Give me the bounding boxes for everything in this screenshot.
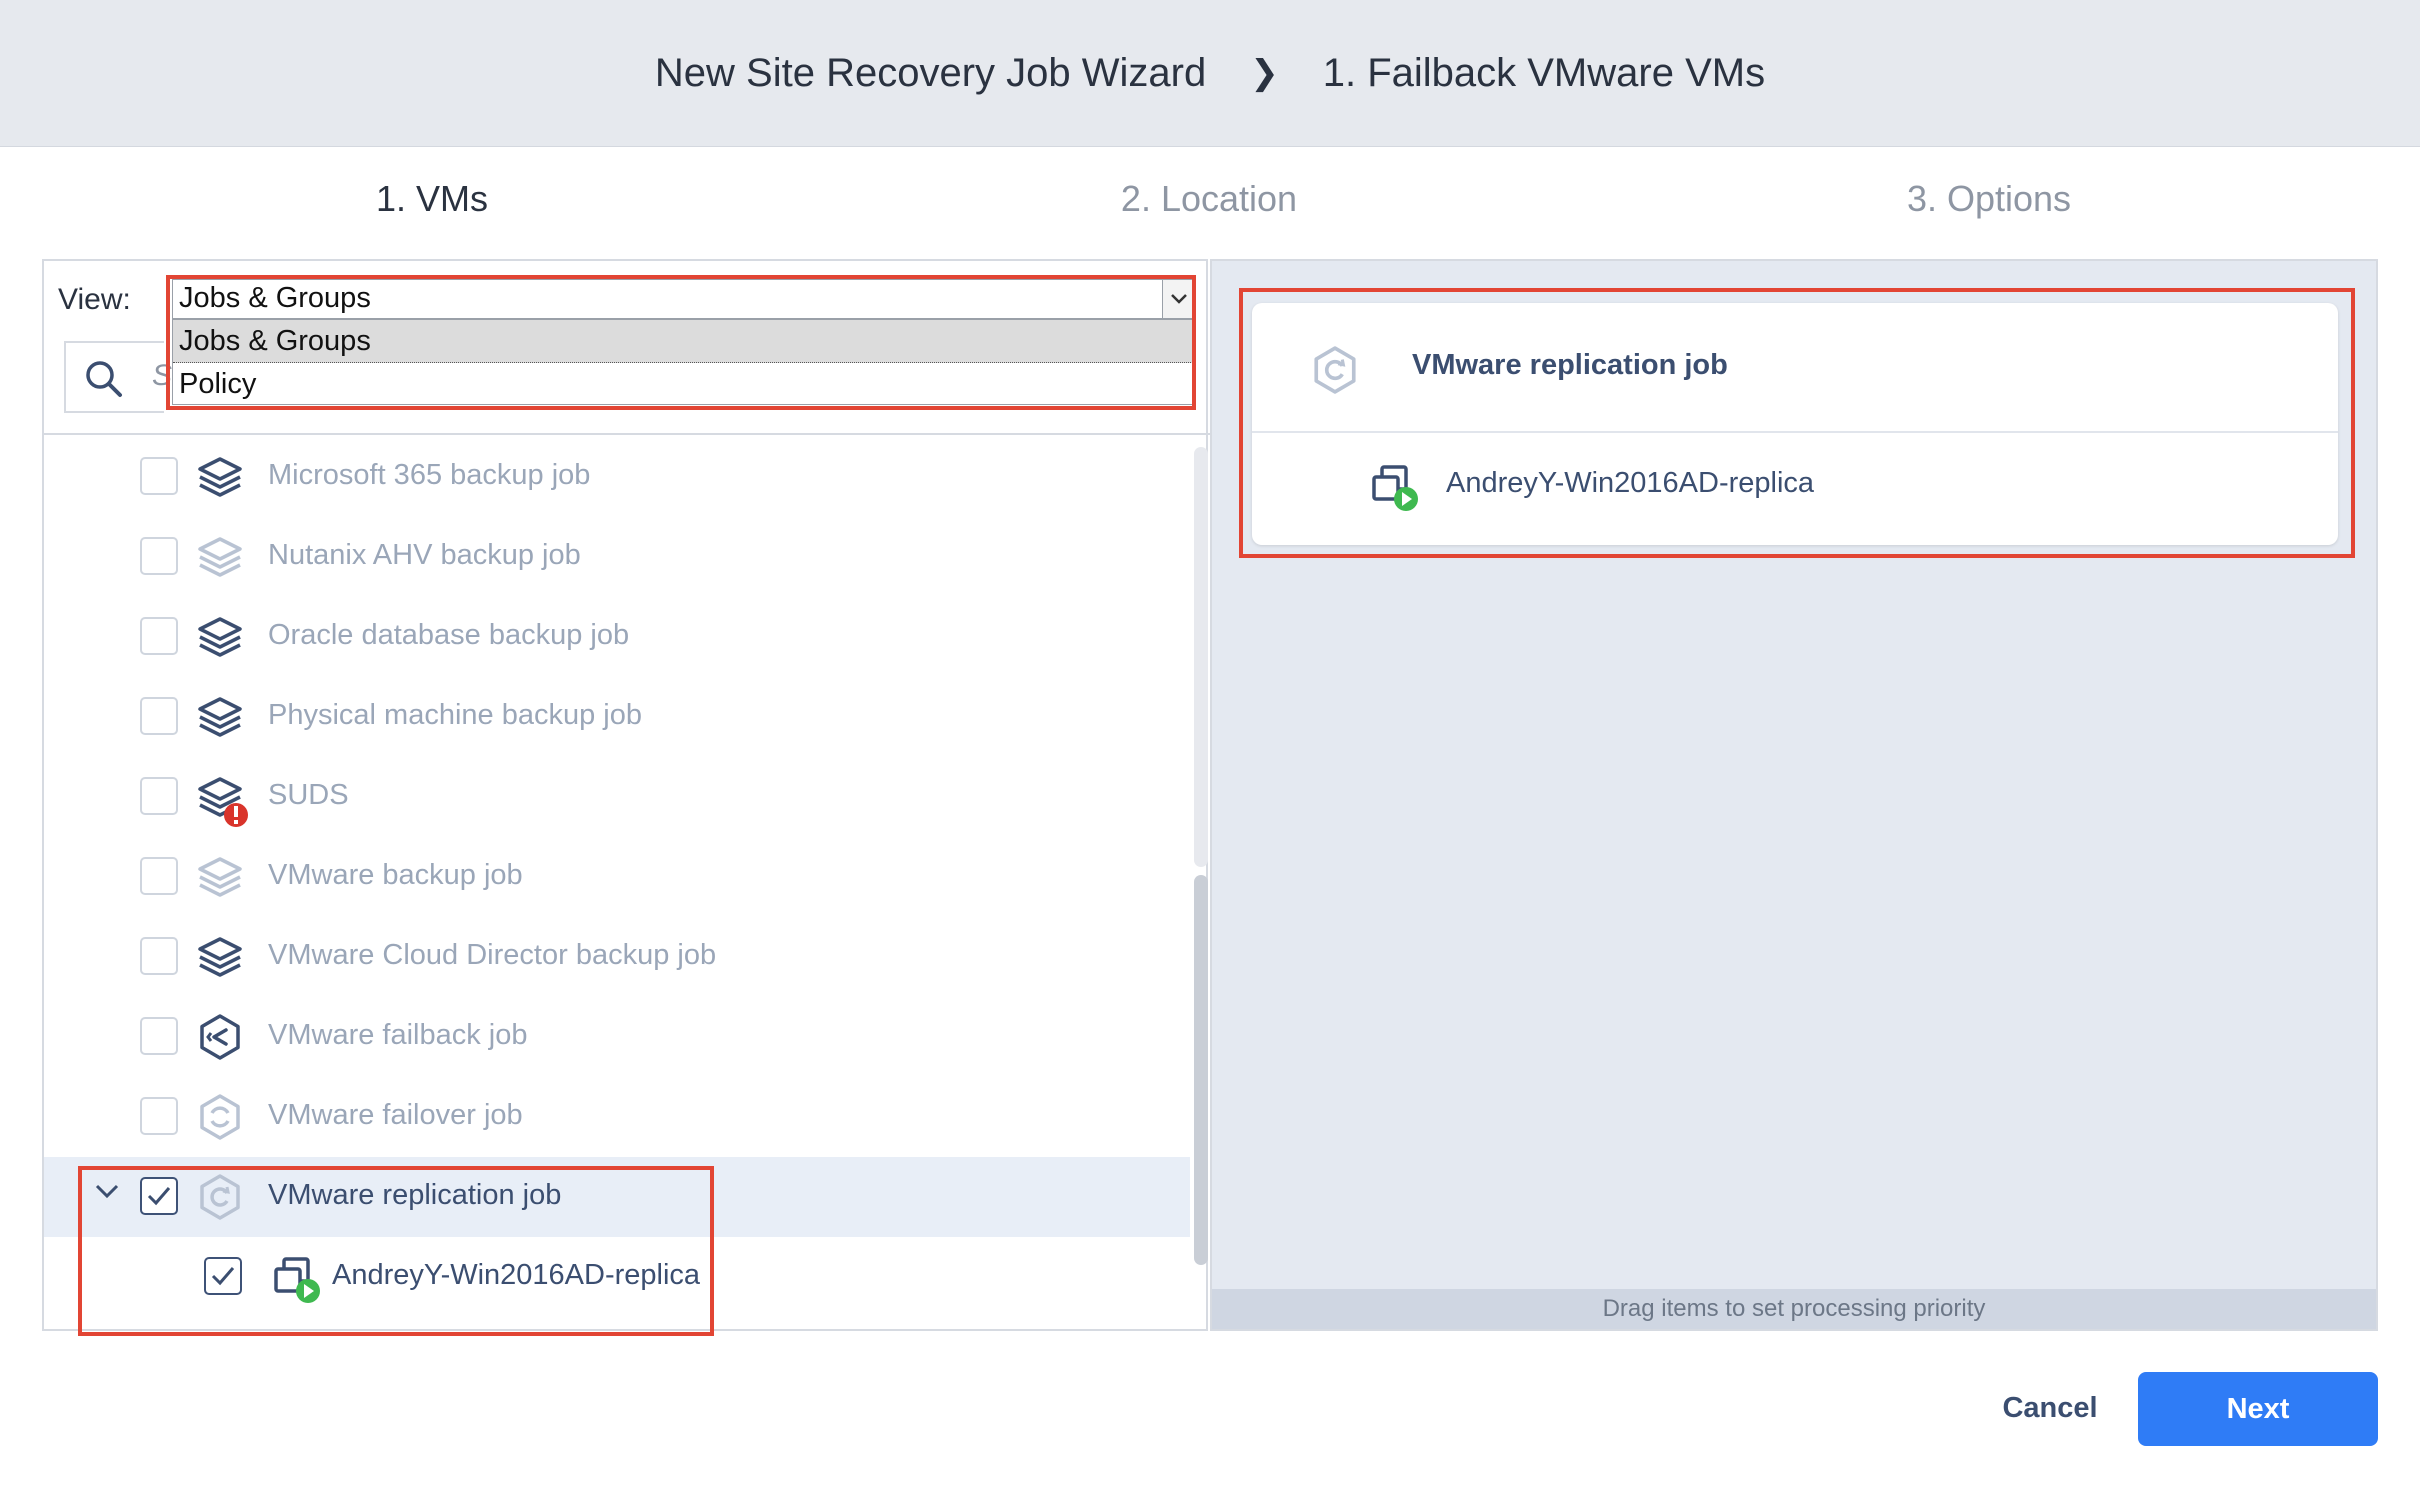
search-input[interactable] [64,341,164,413]
view-select-value: Jobs & Groups [179,282,371,314]
selected-vm-label: AndreyY-Win2016AD-replica [1446,467,1815,499]
row-label: VMware backup job [268,859,523,891]
row-checkbox[interactable] [140,617,178,655]
selected-items-panel: VMware replication job AndreyY-Win2016AD… [1210,259,2378,1331]
failover-icon [196,1093,244,1141]
selected-job-title: VMware replication job [1412,349,1728,381]
view-label: View: [58,283,131,316]
tree-row[interactable]: VMware Cloud Director backup job [44,917,1190,997]
row-checkbox[interactable] [140,457,178,495]
scrollbar-track[interactable] [1194,447,1208,867]
row-label: VMware failover job [268,1099,523,1131]
breadcrumb-separator: ❯ [1250,54,1279,92]
layers-icon [196,693,244,741]
row-label: SUDS [268,779,349,811]
layers-error-icon [196,773,248,827]
step-vms[interactable]: 1. VMs [232,178,632,220]
selected-job-header: VMware replication job [1252,303,2338,433]
layers-icon [196,853,244,901]
page-title: 1. Failback VMware VMs [1322,50,1766,95]
step-options[interactable]: 3. Options [1789,178,2189,220]
wizard-steps: 1. VMs 2. Location 3. Options [0,178,2420,228]
layers-icon [196,453,244,501]
selected-job-card[interactable]: VMware replication job AndreyY-Win2016AD… [1252,303,2338,545]
row-label: Physical machine backup job [268,699,642,731]
chevron-down-icon[interactable] [94,1183,120,1206]
tree-row-selected[interactable]: VMware replication job [44,1157,1190,1237]
layers-icon [196,533,244,581]
scrollbar-thumb[interactable] [1194,875,1208,1265]
tree-row-child[interactable]: AndreyY-Win2016AD-replica [44,1237,1190,1317]
vm-replica-icon [1368,459,1424,520]
row-label: VMware replication job [268,1179,562,1211]
tree-row[interactable]: Oracle database backup job [44,597,1190,677]
row-label: VMware Cloud Director backup job [268,939,717,971]
row-checkbox[interactable] [140,537,178,575]
search-placeholder: S [152,359,173,392]
row-label: AndreyY-Win2016AD-replica [332,1259,701,1291]
row-checkbox[interactable] [140,1097,178,1135]
tree-row[interactable]: VMware failback job [44,997,1190,1077]
row-checkbox-checked[interactable] [140,1177,178,1215]
row-label: Microsoft 365 backup job [268,459,591,491]
replication-icon [1310,345,1360,400]
row-checkbox[interactable] [140,1017,178,1055]
wizard-header: New Site Recovery Job Wizard ❯ 1. Failba… [0,0,2420,147]
row-checkbox[interactable] [140,697,178,735]
tree-row[interactable]: Physical machine backup job [44,677,1190,757]
vm-replica-icon [270,1251,320,1303]
tree-row[interactable]: Nutanix AHV backup job [44,517,1190,597]
layers-icon [196,933,244,981]
tree-row[interactable]: VMware failover job [44,1077,1190,1157]
view-dropdown-list[interactable]: Jobs & Groups Policy [172,319,1196,405]
cancel-button[interactable]: Cancel [1980,1378,2120,1438]
wizard-title: New Site Recovery Job Wizard [654,50,1207,95]
layers-icon [196,613,244,661]
row-label: Nutanix AHV backup job [268,539,581,571]
tree-row[interactable]: Microsoft 365 backup job [44,437,1190,517]
chevron-down-icon[interactable] [1162,280,1195,318]
row-checkbox-checked[interactable] [204,1257,242,1295]
view-option-policy[interactable]: Policy [173,363,1195,405]
step-location[interactable]: 2. Location [1009,178,1409,220]
inventory-panel: View: Jobs & Groups S Jobs & Groups Poli… [42,259,1210,1331]
job-tree: Microsoft 365 backup job Nutanix AHV bac… [44,437,1190,1327]
tree-row[interactable]: SUDS [44,757,1190,837]
row-checkbox[interactable] [140,937,178,975]
wizard-title-bar: New Site Recovery Job Wizard ❯ 1. Failba… [0,0,2420,146]
next-button[interactable]: Next [2138,1372,2378,1446]
row-label: Oracle database backup job [268,619,630,651]
search-icon [84,359,124,404]
drag-hint: Drag items to set processing priority [1212,1289,2376,1329]
row-label: VMware failback job [268,1019,528,1051]
row-checkbox[interactable] [140,777,178,815]
tree-row[interactable]: VMware backup job [44,837,1190,917]
view-filter-row: View: Jobs & Groups S Jobs & Groups Poli… [44,261,1210,435]
replication-icon [196,1173,244,1221]
failback-icon [196,1013,244,1061]
view-option-jobs-groups[interactable]: Jobs & Groups [173,320,1195,363]
view-select[interactable]: Jobs & Groups [172,279,1196,319]
row-checkbox[interactable] [140,857,178,895]
